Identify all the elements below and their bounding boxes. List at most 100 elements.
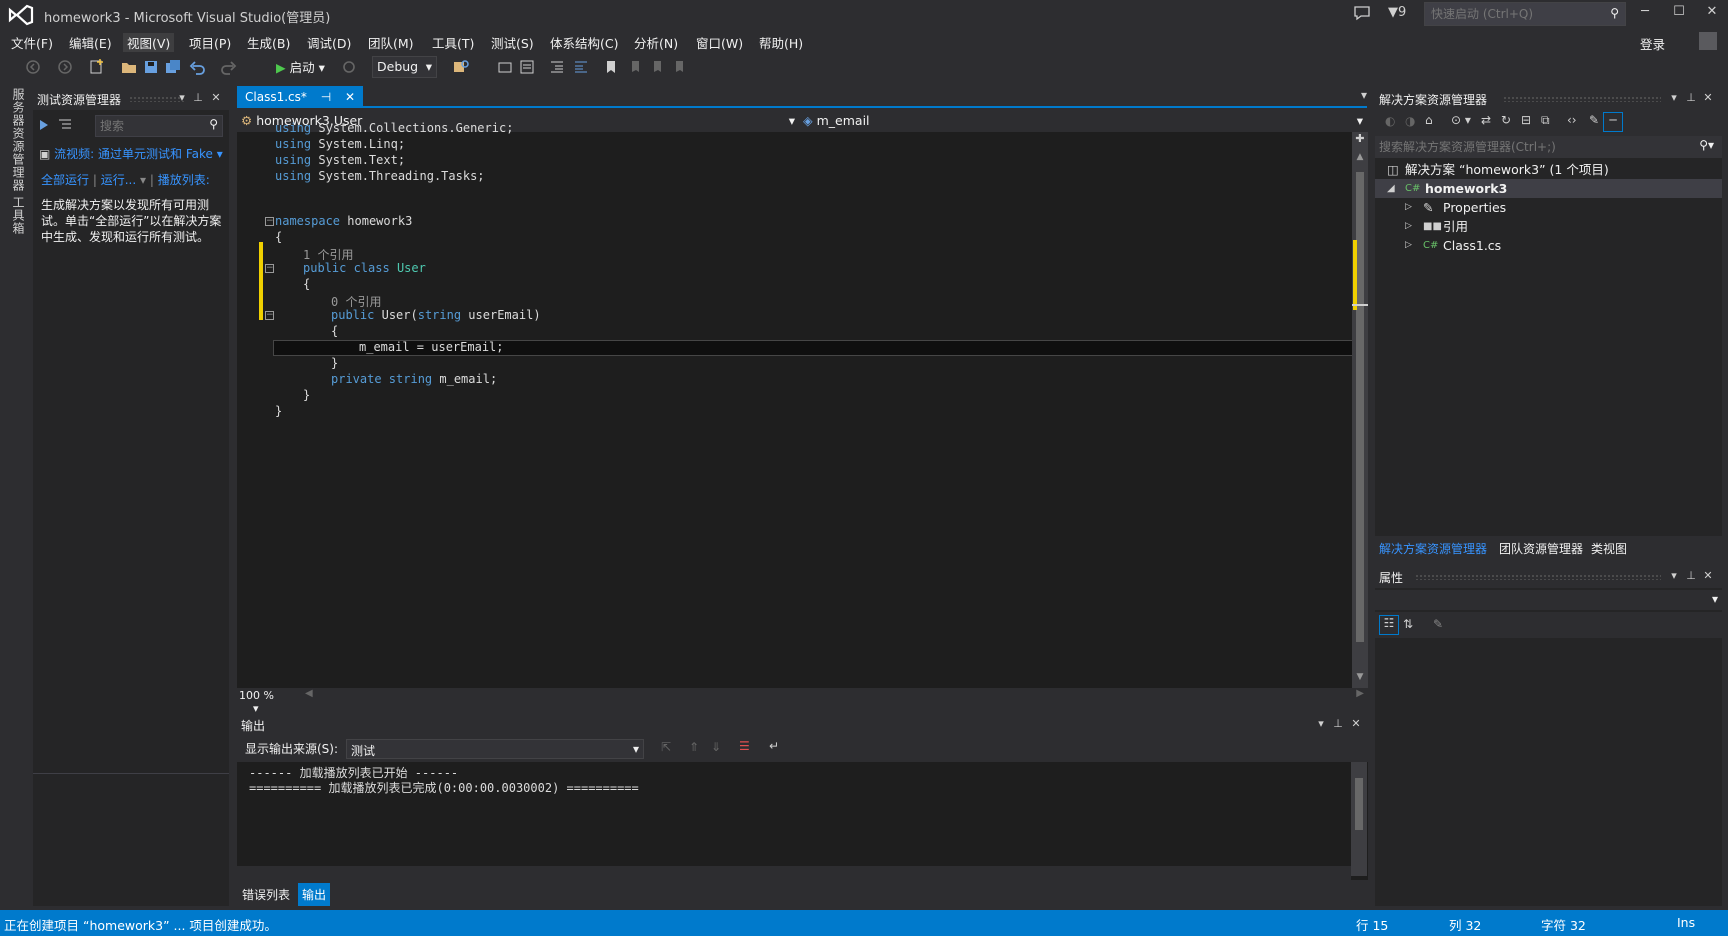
clear-all-icon[interactable]: ☰ [739,739,750,753]
navigate-forward-icon[interactable] [56,58,74,76]
close-tab-icon[interactable]: ✕ [345,90,355,104]
previous-message-icon[interactable]: ⇑ [689,740,699,754]
preview-selected-icon[interactable]: ─ [1603,112,1623,132]
server-explorer-tab[interactable]: 服务器资源管理器 [10,88,27,192]
codelens-references[interactable]: 1 个引用 [303,246,353,262]
tab-output[interactable]: 输出 [298,883,331,906]
member-dropdown[interactable]: ◈ m_email ▾ [803,111,1367,131]
zoom-select[interactable]: 100 % ▾ [239,689,293,715]
menu-debug[interactable]: 调试(D) [303,33,355,52]
close-button[interactable]: ✕ [1697,4,1727,24]
collapsed-arrow-icon[interactable]: ▷ [1405,198,1412,217]
panel-grip[interactable] [1415,574,1661,580]
forward-icon[interactable]: ◑ [1405,114,1415,128]
output-horizontal-scrollbar[interactable] [237,866,1351,880]
outline-collapse[interactable]: − [265,311,274,320]
find-in-files-icon[interactable] [452,58,470,76]
quick-launch-box[interactable]: ⚲ [1424,2,1626,26]
split-icon[interactable]: ✚ [1353,132,1367,148]
home-icon[interactable]: ⌂ [1425,113,1433,127]
solution-configuration-select[interactable]: Debug ▾ [372,56,437,78]
pin-icon[interactable]: ⊥ [1331,717,1345,731]
login-link[interactable]: 登录 [1640,34,1665,53]
save-icon[interactable] [142,58,160,76]
close-icon[interactable]: ✕ [1701,91,1715,105]
group-by-icon[interactable] [57,117,73,133]
tab-error-list[interactable]: 错误列表 [242,886,290,903]
back-icon[interactable]: ◐ [1385,114,1395,128]
undo-icon[interactable] [188,58,206,76]
menu-file[interactable]: 文件(F) [7,33,57,52]
view-code-icon[interactable]: ‹› [1567,113,1577,127]
property-pages-icon[interactable]: ✎ [1433,617,1443,631]
dropdown-icon[interactable]: ▾ [175,91,189,105]
pending-changes-filter-icon[interactable]: ⊙ ▾ [1451,113,1471,127]
open-file-icon[interactable] [120,58,138,76]
menu-analyze[interactable]: 分析(N) [630,33,682,52]
new-project-icon[interactable] [88,58,106,76]
pin-icon[interactable]: ⊥ [1684,91,1698,105]
tab-overflow-icon[interactable]: ▾ [1361,88,1367,102]
minimize-button[interactable]: ─ [1630,4,1660,24]
menu-view[interactable]: 视图(V) [123,33,175,52]
tab-team-explorer[interactable]: 团队资源管理器 [1499,540,1583,557]
panel-grip[interactable] [1503,96,1661,102]
object-selector[interactable]: ▾ [1375,590,1722,610]
outline-collapse[interactable]: − [265,217,274,226]
output-vertical-scrollbar[interactable] [1351,762,1367,876]
menu-build[interactable]: 生成(B) [243,33,294,52]
next-message-icon[interactable]: ⇓ [711,740,721,754]
menu-tools[interactable]: 工具(T) [428,33,478,52]
word-wrap-icon[interactable]: ↵ [769,739,779,753]
restart-icon[interactable] [340,58,358,76]
editor-vertical-scrollbar[interactable]: ✚ ▲ ▼ [1352,132,1368,688]
scroll-thumb[interactable] [1356,172,1364,642]
tab-solution-explorer[interactable]: 解决方案资源管理器 [1379,540,1487,557]
test-search-input[interactable] [96,116,196,136]
code-editor[interactable]: using System.Collections.Generic; using … [237,121,1353,688]
tab-class1-cs[interactable]: Class1.cs* ⊣ ✕ [237,86,364,108]
navigate-back-icon[interactable] [24,58,42,76]
menu-window[interactable]: 窗口(W) [692,33,747,52]
tree-item-project[interactable]: ◢ C# homework3 [1375,179,1722,198]
decrease-indent-icon[interactable] [548,58,566,76]
quick-launch-input[interactable] [1425,3,1601,25]
pin-icon[interactable]: ⊥ [191,91,205,105]
collapsed-arrow-icon[interactable]: ▷ [1405,236,1412,255]
refresh-icon[interactable]: ↻ [1501,113,1511,127]
stream-video-link[interactable]: ▣ 流视频: 通过单元测试和 Fake ▾ [39,145,223,162]
maximize-button[interactable]: ☐ [1664,4,1694,24]
notification-icon[interactable] [1353,5,1371,21]
find-message-icon[interactable]: ⇱ [661,740,671,754]
close-icon[interactable]: ✕ [209,91,223,105]
pin-tab-icon[interactable]: ⊣ [321,90,331,104]
solution-search-input[interactable] [1375,136,1675,158]
scroll-thumb[interactable] [1355,778,1363,830]
close-icon[interactable]: ✕ [1701,569,1715,583]
categorized-icon[interactable]: ☷ [1379,615,1399,635]
sync-icon[interactable]: ⇄ [1481,113,1491,127]
pin-icon[interactable]: ⊥ [1684,569,1698,583]
close-icon[interactable]: ✕ [1349,717,1363,731]
codelens-references[interactable]: 0 个引用 [331,293,381,309]
start-debugging-button[interactable]: ▶ 启动 ▾ [276,57,325,77]
scroll-left-arrow[interactable]: ◀ [305,688,313,699]
test-search-box[interactable]: ⚲ [95,115,223,137]
account-icon[interactable] [1699,32,1717,50]
properties-toolbar-icon[interactable] [518,58,536,76]
show-all-files-icon[interactable]: ⧉ [1541,113,1550,128]
expanded-arrow-icon[interactable]: ◢ [1387,179,1395,198]
feedback-filter-icon[interactable]: ▼9 [1388,5,1406,20]
run-link[interactable]: 运行... [101,173,136,187]
search-icon[interactable]: ⚲ [209,117,218,131]
save-all-icon[interactable] [164,58,182,76]
solution-search-box[interactable]: ⚲▾ [1375,136,1722,158]
menu-edit[interactable]: 编辑(E) [65,33,116,52]
scroll-right-arrow[interactable]: ▶ [1356,688,1364,699]
menu-project[interactable]: 项目(P) [185,33,235,52]
tree-item-class1-cs[interactable]: ▷ C# Class1.cs [1375,236,1722,255]
properties-icon[interactable]: ✎ [1589,113,1599,127]
tab-class-view[interactable]: 类视图 [1591,540,1627,557]
tree-item-solution[interactable]: ◫ 解决方案 “homework3” (1 个项目) [1375,160,1722,179]
search-icon[interactable]: ⚲ [1610,6,1619,20]
